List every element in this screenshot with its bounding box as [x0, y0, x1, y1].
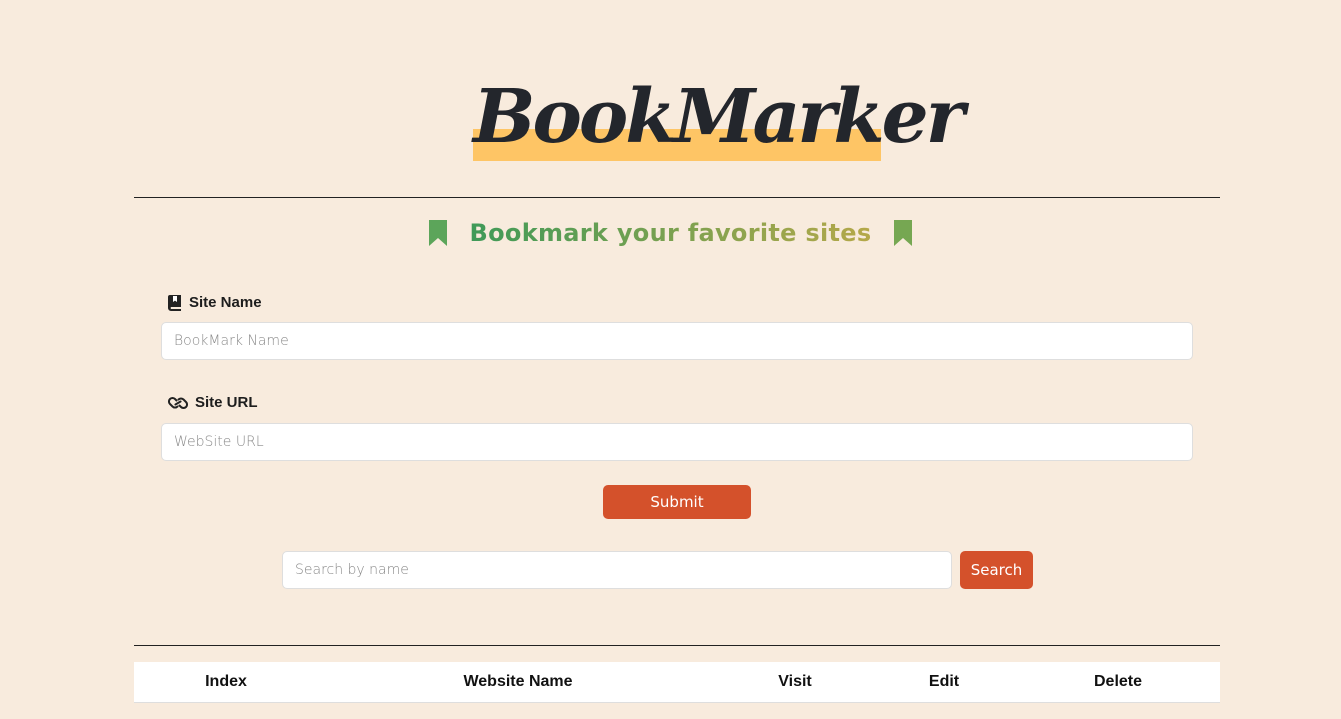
site-name-label: Site Name	[168, 294, 262, 311]
site-url-input[interactable]	[161, 423, 1193, 461]
column-header-website-name: Website Name	[463, 673, 573, 690]
search-input[interactable]	[282, 551, 952, 589]
site-name-label-text: Site Name	[189, 294, 262, 311]
bookmark-icon	[428, 220, 447, 246]
column-header-visit: Visit	[778, 673, 812, 690]
column-header-delete: Delete	[1093, 673, 1143, 690]
tagline: Bookmark your favorite sites	[0, 216, 1341, 250]
site-name-input[interactable]	[161, 322, 1193, 360]
logo: BookMarker	[0, 72, 1341, 172]
column-header-index: Index	[205, 673, 247, 690]
bookmarks-table-header: Index Website Name Visit Edit Delete	[134, 662, 1220, 703]
link-icon	[168, 396, 188, 409]
bookmark-icon	[894, 220, 913, 246]
tagline-text: Bookmark your favorite sites	[470, 216, 872, 250]
site-url-label: Site URL	[168, 394, 258, 411]
top-divider	[134, 197, 1220, 198]
book-icon	[168, 294, 181, 311]
logo-text: BookMarker	[473, 74, 965, 160]
submit-button[interactable]: Submit	[603, 485, 751, 519]
bottom-divider	[134, 645, 1220, 646]
site-url-label-text: Site URL	[195, 394, 258, 411]
search-button[interactable]: Search	[960, 551, 1033, 589]
column-header-edit: Edit	[928, 673, 960, 690]
